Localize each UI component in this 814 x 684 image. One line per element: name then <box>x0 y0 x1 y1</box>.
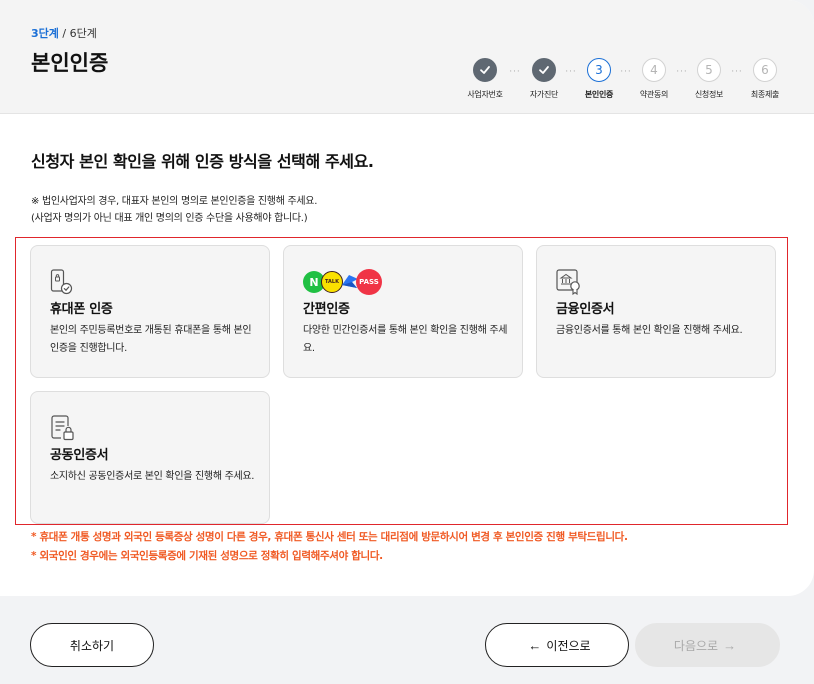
option-description: 금융인증서를 통해 본인 확인을 진행해 주세요. <box>556 325 743 336</box>
stepper: 사업자번호 ··· 자가진단 ··· 3 본인인증 ··· 4 약관동의 ···… <box>0 0 814 114</box>
auth-option-financial[interactable]: 금융인증서 금융인증서를 통해 본인 확인을 진행해 주세요. <box>536 245 776 378</box>
option-title: 금융인증서 <box>556 302 615 317</box>
main-card: 3단계 / 6단계 본인인증 사업자번호 ··· 자가진단 ··· 3 본인인증 <box>0 0 814 596</box>
step-number: 5 <box>697 58 721 82</box>
option-title: 간편인증 <box>303 302 350 317</box>
option-description: 본인의 주민등록번호로 개통된 휴대폰을 통해 본인 인증을 진행합니다. <box>50 325 252 354</box>
document-lock-icon <box>50 414 76 442</box>
notice-line: ※ 법인사업자의 경우, 대표자 본인의 명의로 본인인증을 진행해 주세요. <box>31 196 318 207</box>
next-button[interactable]: 다음으로 → <box>635 623 780 667</box>
warning-name-mismatch: * 휴대폰 개통 성명과 외국인 등록증상 성명이 다른 경우, 휴대폰 통신사… <box>31 531 628 543</box>
next-label: 다음으로 <box>673 638 719 653</box>
check-icon <box>473 58 497 82</box>
arrow-right-icon: → <box>723 637 737 653</box>
auth-option-simple[interactable]: N TALK PASS 간편인증 다양한 민간인증서를 통해 본인 확인을 진행… <box>283 245 523 378</box>
step-number: 6 <box>753 58 777 82</box>
notice: ※ 법인사업자의 경우, 대표자 본인의 명의로 본인인증을 진행해 주세요. … <box>31 193 317 227</box>
cancel-label: 취소하기 <box>69 638 115 653</box>
option-title: 공동인증서 <box>50 448 109 463</box>
bank-certificate-icon <box>556 268 582 296</box>
step-label: 최종제출 <box>750 90 780 99</box>
option-description: 소지하신 공동인증서로 본인 확인을 진행해 주세요. <box>50 471 255 482</box>
provider-logos: N TALK PASS <box>303 268 382 296</box>
arrow-left-icon: ← <box>528 637 542 653</box>
notice-line: (사업자 명의가 아닌 대표 개인 명의의 인증 수단을 사용해야 합니다.) <box>31 213 308 224</box>
step-final: 6 최종제출 <box>725 58 805 100</box>
check-icon <box>532 58 556 82</box>
page-header: 3단계 / 6단계 본인인증 사업자번호 ··· 자가진단 ··· 3 본인인증 <box>0 0 814 114</box>
option-description: 다양한 민간인증서를 통해 본인 확인을 진행해 주세요. <box>303 325 508 354</box>
section-heading: 신청자 본인 확인을 위해 인증 방식을 선택해 주세요. <box>31 152 374 171</box>
auth-option-phone[interactable]: 휴대폰 인증 본인의 주민등록번호로 개통된 휴대폰을 통해 본인 인증을 진행… <box>30 245 270 378</box>
auth-option-joint[interactable]: 공동인증서 소지하신 공동인증서로 본인 확인을 진행해 주세요. <box>30 391 270 524</box>
cancel-button[interactable]: 취소하기 <box>30 623 154 667</box>
step-number: 4 <box>642 58 666 82</box>
warning-foreigner: * 외국인인 경우에는 외국인등록증에 기재된 성명으로 정확히 입력해주셔야 … <box>31 550 383 562</box>
pass-logo-icon: PASS <box>356 269 382 295</box>
step-number: 3 <box>587 58 611 82</box>
option-title: 휴대폰 인증 <box>50 302 113 317</box>
prev-label: 이전으로 <box>546 638 591 653</box>
phone-check-icon <box>50 268 74 296</box>
prev-button[interactable]: ← 이전으로 <box>485 623 629 667</box>
